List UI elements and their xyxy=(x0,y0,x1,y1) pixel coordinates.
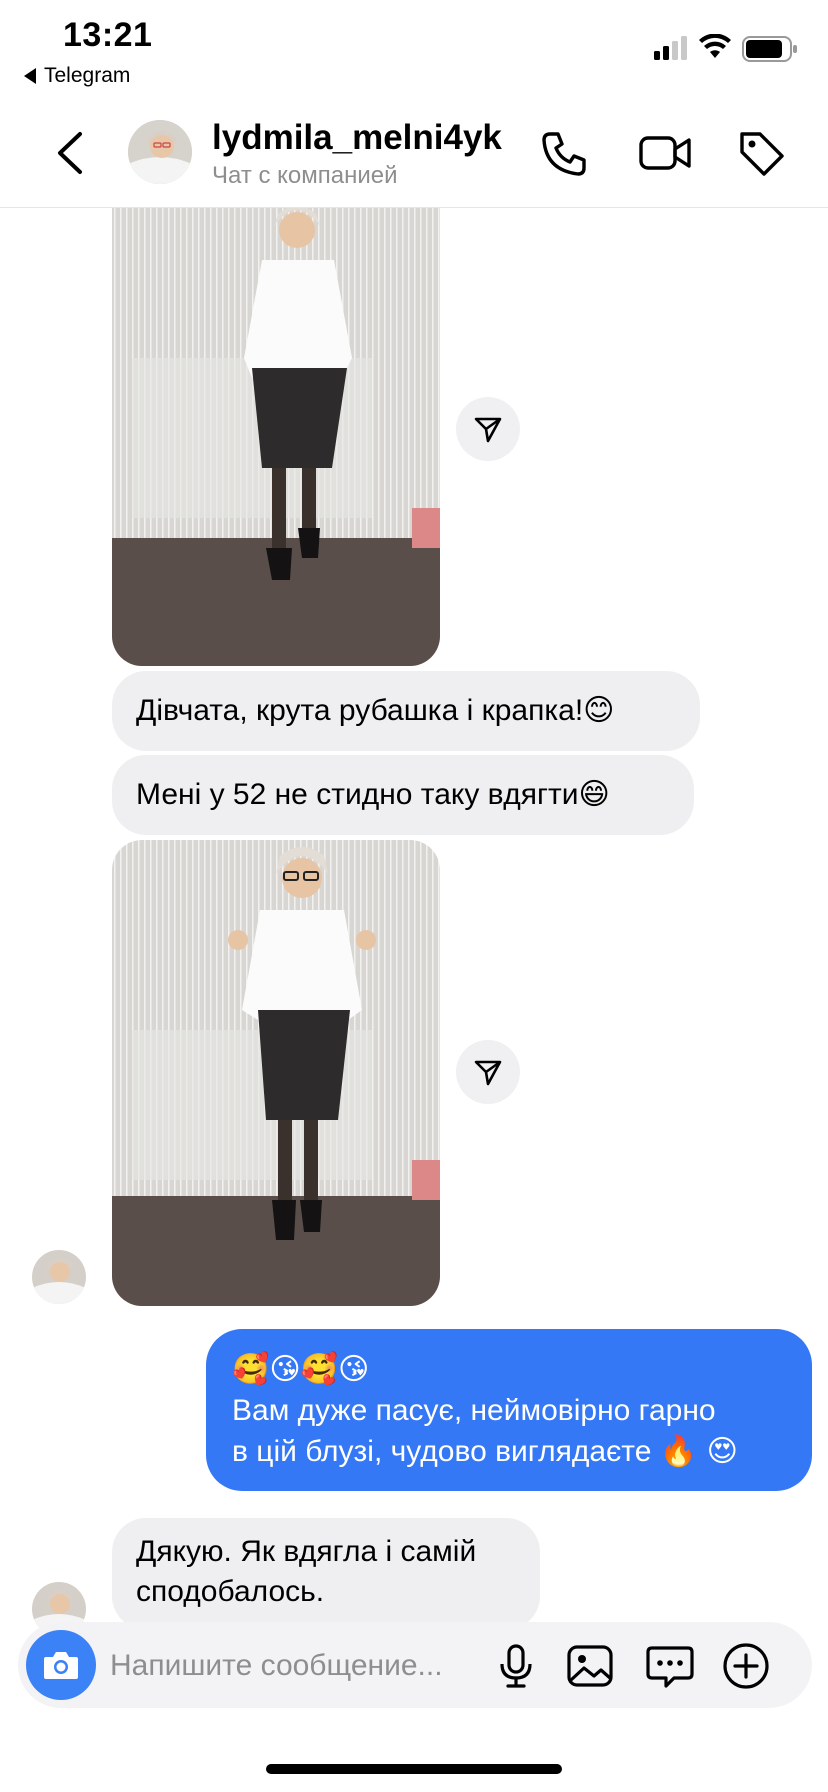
home-indicator xyxy=(266,1764,562,1774)
gallery-icon[interactable] xyxy=(564,1640,616,1692)
smiling-emoji: 😊 xyxy=(583,693,615,728)
send-icon xyxy=(474,417,502,443)
chat-username[interactable]: lydmila_melni4yk xyxy=(212,118,502,158)
status-bar: 13:21 Telegram xyxy=(0,0,828,100)
avatar[interactable] xyxy=(128,120,192,184)
back-to-app-link[interactable]: Telegram xyxy=(24,64,130,88)
back-chevron-icon[interactable] xyxy=(52,130,88,176)
chat-header: lydmila_melni4yk Чат с компанией xyxy=(0,100,828,208)
fire-heart-eyes-emoji: 🔥 😍 xyxy=(659,1434,738,1469)
sender-avatar[interactable] xyxy=(32,1250,86,1304)
camera-button[interactable] xyxy=(26,1630,96,1700)
cellular-signal-icon xyxy=(654,36,687,60)
back-triangle-icon xyxy=(24,68,36,84)
message-composer xyxy=(18,1622,812,1708)
wifi-icon xyxy=(699,34,731,58)
back-app-label: Telegram xyxy=(44,64,131,87)
sticker-chat-icon[interactable] xyxy=(644,1640,696,1692)
photo-message[interactable] xyxy=(112,208,440,666)
grinning-emoji: 😄 xyxy=(578,777,610,812)
share-button[interactable] xyxy=(456,397,520,461)
phone-icon[interactable] xyxy=(540,128,590,178)
battery-icon xyxy=(742,36,797,62)
tag-icon[interactable] xyxy=(736,128,786,178)
message-text-line-2: в цій блузі, чудово виглядаєте xyxy=(232,1435,660,1468)
incoming-message: Дякую. Як вдягла і самій сподобалось. xyxy=(112,1518,540,1630)
add-icon[interactable] xyxy=(720,1640,772,1692)
message-text-line-1: Дякую. Як вдягла і самій xyxy=(136,1535,477,1568)
incoming-message: Мені у 52 не стидно таку вдягти 😄 xyxy=(112,755,694,835)
video-camera-icon[interactable] xyxy=(638,128,692,178)
outgoing-message: 🥰😘🥰😘 Вам дуже пасує, неймовірно гарно в … xyxy=(206,1329,812,1491)
message-input[interactable] xyxy=(110,1644,490,1688)
message-emoji-line: 🥰😘🥰😘 xyxy=(232,1352,370,1387)
message-text: Дівчата, крута рубашка і крапка! xyxy=(136,694,584,727)
message-text-line-2: сподобалось. xyxy=(136,1575,325,1608)
chat-subtitle: Чат с компанией xyxy=(212,162,398,189)
share-button[interactable] xyxy=(456,1040,520,1104)
microphone-icon[interactable] xyxy=(490,1640,542,1692)
photo-message[interactable] xyxy=(112,840,440,1306)
message-text-line-1: Вам дуже пасує, неймовірно гарно xyxy=(232,1394,716,1427)
send-icon xyxy=(474,1060,502,1086)
message-text: Мені у 52 не стидно таку вдягти xyxy=(136,778,579,811)
camera-icon xyxy=(44,1652,78,1679)
incoming-message: Дівчата, крута рубашка і крапка! 😊 xyxy=(112,671,700,751)
clock: 13:21 xyxy=(63,16,153,54)
